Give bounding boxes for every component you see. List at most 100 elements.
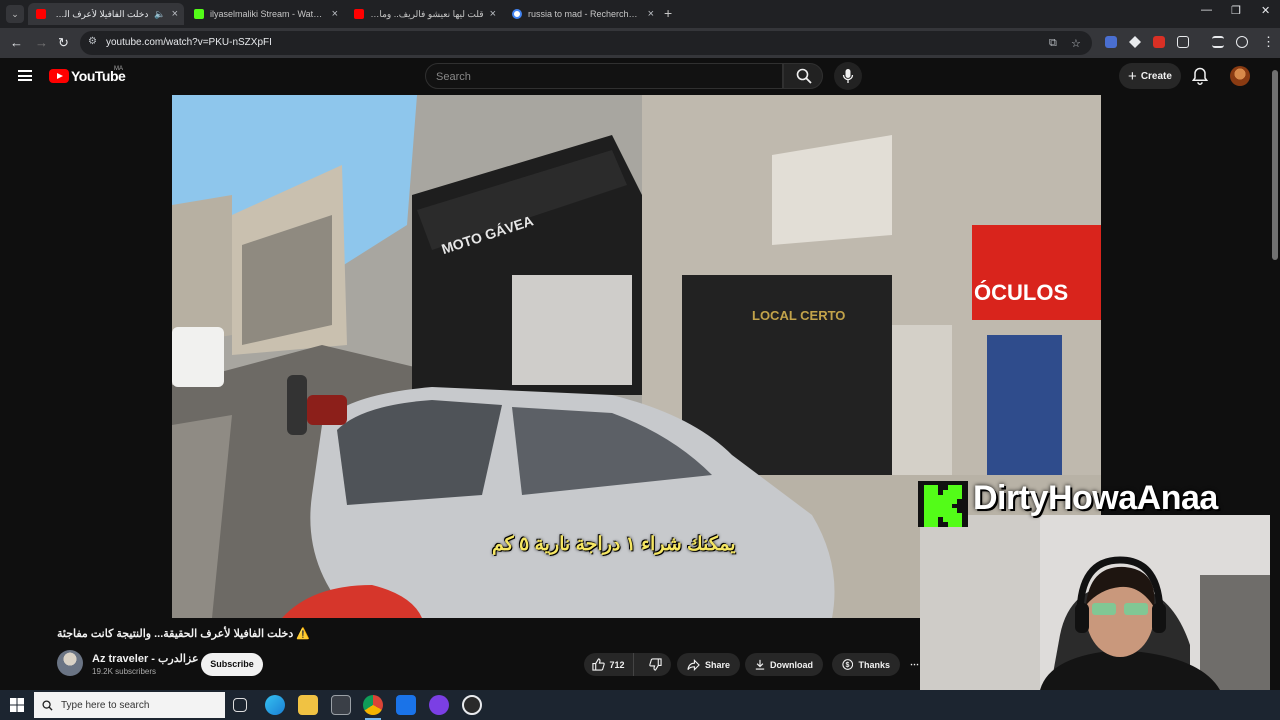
minimize-icon[interactable]: — (1201, 4, 1212, 16)
taskbar-search-icon (42, 699, 53, 711)
tab-youtube-rif[interactable]: قلت ليها نعيشو فالريف.. وما كنت... × (346, 3, 502, 25)
svg-text:$: $ (846, 662, 850, 669)
search-box (425, 63, 783, 89)
task-view-icon[interactable] (233, 698, 247, 712)
svg-text:LOCAL CERTO: LOCAL CERTO (752, 308, 845, 323)
thumbs-up-icon (592, 658, 606, 671)
file-explorer-icon[interactable] (298, 695, 318, 715)
notifications-bell-icon[interactable] (1192, 67, 1208, 85)
voice-search-button[interactable] (834, 62, 862, 90)
close-tab-icon[interactable]: × (490, 8, 496, 20)
tab-youtube-favela[interactable]: دخلت الفافيلا لأعرف الحقيقة... 🔈 × (28, 3, 184, 25)
super-thanks-icon: $ (842, 659, 854, 670)
webcam-feed-image (920, 515, 1280, 690)
kebab-menu-icon[interactable]: ⋮ (1262, 34, 1275, 50)
more-actions-icon[interactable]: ⋯ (906, 653, 920, 676)
thanks-label: Thanks (858, 659, 890, 670)
kick-logo-icon (918, 481, 968, 527)
thanks-button[interactable]: $ Thanks (832, 653, 900, 676)
youtube-favicon-icon (36, 9, 46, 19)
red-extension-icon[interactable] (1153, 36, 1165, 48)
url-text[interactable]: youtube.com/watch?v=PKU-nSZXpFI (106, 37, 272, 48)
search-icon (796, 68, 812, 84)
tab-title: قلت ليها نعيشو فالريف.. وما كنت... (370, 8, 484, 19)
extension-icon[interactable] (1129, 36, 1141, 48)
tab-search-button[interactable]: ⌄ (6, 5, 24, 23)
edge-icon[interactable] (265, 695, 285, 715)
windows-start-icon[interactable] (10, 698, 24, 712)
screen: ⌄ دخلت الفافيلا لأعرف الحقيقة... 🔈 × ily… (0, 0, 1280, 720)
youtube-header: YouTube MA + Create (0, 58, 1270, 95)
create-label: Create (1140, 70, 1172, 82)
kick-favicon-icon (194, 9, 204, 19)
browser-tab-strip: ⌄ دخلت الفافيلا لأعرف الحقيقة... 🔈 × ily… (0, 0, 1280, 28)
taskbar-search-input[interactable] (61, 699, 211, 711)
download-label: Download (770, 659, 813, 670)
tab-google-search[interactable]: russia to mad - Recherche Goo... × (504, 3, 660, 25)
create-button[interactable]: + Create (1119, 63, 1181, 89)
chrome-icon[interactable] (363, 695, 383, 720)
close-tab-icon[interactable]: × (332, 8, 338, 20)
reload-icon[interactable]: ↻ (58, 35, 69, 51)
webcam-overlay (920, 515, 1280, 690)
close-tab-icon[interactable]: × (648, 8, 654, 20)
tab-title: دخلت الفافيلا لأعرف الحقيقة... (52, 8, 149, 19)
video-title: ⚠️ دخلت الفافيلا لأعرف الحقيقة... والنتي… (57, 627, 310, 640)
channel-avatar[interactable] (57, 650, 83, 676)
tab-title: ilyaselmaliki Stream - Watch Li... (210, 9, 326, 19)
address-bar[interactable]: ⚙ youtube.com/watch?v=PKU-nSZXpFI ⧉ ☆ (80, 31, 1092, 55)
close-window-icon[interactable]: ✕ (1261, 4, 1270, 17)
streamer-name: DirtyHowaAnaa (973, 479, 1218, 517)
speaker-icon[interactable]: 🔈 (154, 9, 165, 20)
subscribe-button[interactable]: Subscribe (201, 653, 263, 676)
share-arrow-icon (687, 658, 700, 671)
share-label: Share (704, 659, 730, 670)
youtube-favicon-icon (354, 9, 364, 19)
translate-extension-icon[interactable] (1105, 36, 1117, 48)
store-icon[interactable] (331, 695, 351, 715)
site-info-icon[interactable]: ⚙ (88, 36, 97, 47)
outlook-icon[interactable] (396, 695, 416, 715)
app-icon[interactable] (429, 695, 449, 715)
video-title-text: دخلت الفافيلا لأعرف الحقيقة... والنتيجة … (57, 628, 294, 640)
new-tab-icon[interactable]: + (664, 5, 672, 21)
page-scrollbar[interactable] (1270, 58, 1280, 690)
channel-name[interactable]: Az traveler - عزالدرب (92, 652, 199, 665)
tab-kick-stream[interactable]: ilyaselmaliki Stream - Watch Li... × (186, 3, 344, 25)
like-button[interactable]: 712 (584, 653, 634, 676)
google-favicon-icon (512, 9, 522, 19)
thumbs-down-icon (648, 658, 662, 671)
obs-icon[interactable] (462, 695, 482, 715)
windows-taskbar (0, 690, 1280, 720)
search-button[interactable] (783, 63, 823, 89)
back-arrow-icon[interactable]: ← (10, 35, 23, 50)
cast-icon[interactable]: ⧉ (1049, 37, 1057, 50)
forward-arrow-icon[interactable]: → (35, 35, 48, 50)
taskbar-search-box (34, 692, 225, 718)
tab-title: russia to mad - Recherche Goo... (528, 9, 642, 19)
like-dislike-group: 712 (584, 653, 671, 676)
video-subtitle: يمكنك شراء ١ دراجة نارية ٥ كم (492, 534, 736, 555)
microphone-icon (842, 69, 854, 83)
region-code: MA (114, 66, 123, 72)
download-icon (755, 659, 765, 670)
scrollbar-thumb[interactable] (1272, 70, 1278, 260)
browser-toolbar: ← → ↻ ⚙ youtube.com/watch?v=PKU-nSZXpFI … (0, 28, 1280, 58)
share-button[interactable]: Share (677, 653, 740, 676)
plus-icon: + (1128, 67, 1137, 85)
download-button[interactable]: Download (745, 653, 823, 676)
bookmark-star-icon[interactable]: ☆ (1071, 37, 1081, 50)
youtube-logo-icon[interactable] (49, 69, 69, 83)
like-count: 712 (609, 659, 625, 670)
close-tab-icon[interactable]: × (172, 8, 178, 20)
warning-icon: ⚠️ (296, 628, 310, 640)
profile-icon[interactable] (1236, 36, 1248, 48)
svg-text:ÓCULOS: ÓCULOS (974, 280, 1068, 305)
hamburger-menu-icon[interactable] (18, 70, 32, 81)
search-input[interactable] (436, 69, 766, 84)
dislike-button[interactable] (639, 658, 671, 671)
puzzle-extensions-icon[interactable] (1177, 36, 1189, 48)
user-avatar[interactable] (1230, 66, 1250, 86)
restore-icon[interactable]: ❐ (1231, 4, 1241, 17)
reading-list-icon[interactable] (1212, 36, 1224, 48)
